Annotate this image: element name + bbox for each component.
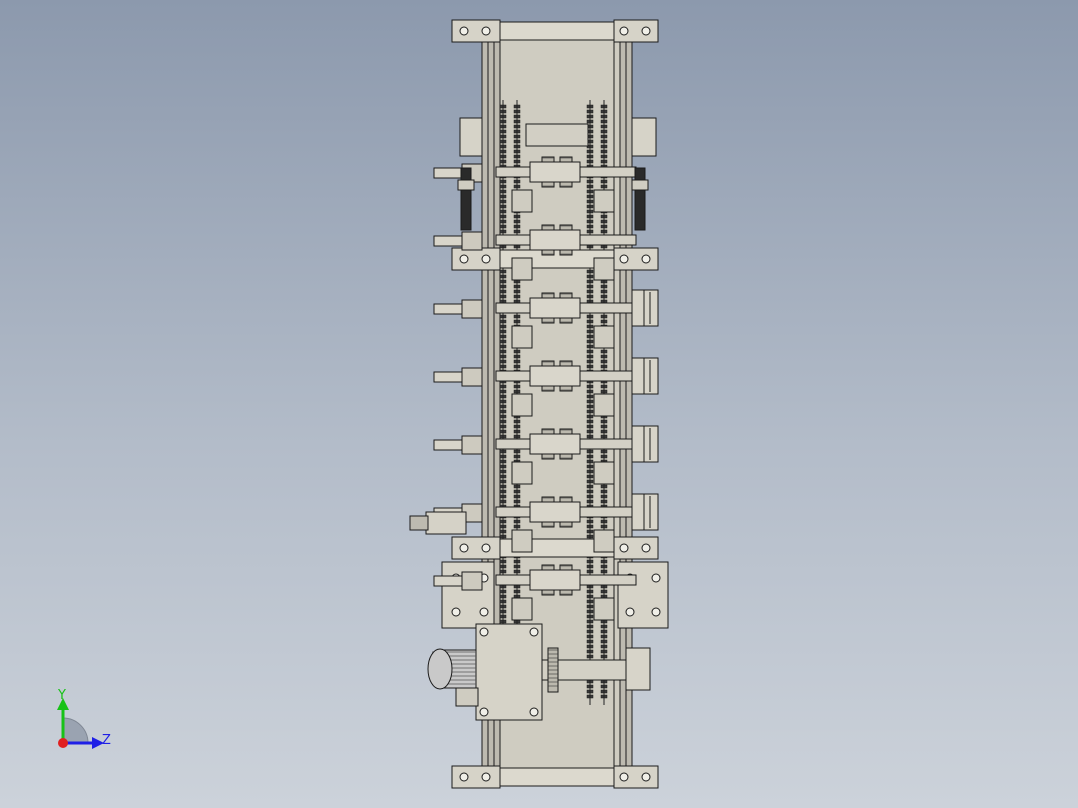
chain-guide — [511, 529, 533, 553]
chain-guide — [511, 597, 533, 621]
chain-guide — [511, 461, 533, 485]
side-wheel — [631, 493, 659, 531]
gearbox-plate — [475, 623, 543, 721]
side-wheel — [631, 357, 659, 395]
bearing-block-left — [459, 117, 483, 157]
mount-hole — [651, 573, 661, 583]
drive-plate-right — [617, 561, 669, 629]
bolt-hole — [459, 254, 469, 264]
bolt-hole — [481, 254, 491, 264]
roller-hub — [529, 501, 581, 523]
chain-guide — [511, 325, 533, 349]
side-wheel — [631, 289, 659, 327]
shaft-stub — [433, 439, 465, 451]
chain-guide — [511, 189, 533, 213]
shaft-collar — [461, 231, 483, 251]
triad-quadrant — [62, 717, 89, 744]
chain-guide — [593, 189, 615, 213]
chain-guide — [593, 325, 615, 349]
chain-guide — [593, 393, 615, 417]
roller-hub — [529, 161, 581, 183]
side-wheel — [631, 425, 659, 463]
chain-guide — [593, 461, 615, 485]
motor-foot — [455, 687, 479, 707]
roller-hub — [529, 297, 581, 319]
mount-hole — [479, 607, 489, 617]
bolt-hole — [619, 543, 629, 553]
bolt-hole — [459, 26, 469, 36]
plate-hole — [529, 627, 539, 637]
bolt-hole — [641, 254, 651, 264]
bearing-block-right — [631, 117, 657, 157]
bolt-hole — [481, 543, 491, 553]
bolt-hole — [459, 772, 469, 782]
bolt-hole — [641, 772, 651, 782]
bracket-plate-left — [451, 247, 501, 271]
bolt-hole — [481, 26, 491, 36]
mount-hole — [651, 607, 661, 617]
cross-bar — [499, 21, 615, 41]
plate-hole — [529, 707, 539, 717]
conveyor-assembly[interactable] — [409, 19, 669, 789]
roller-hub — [529, 229, 581, 251]
shaft-collar — [461, 299, 483, 319]
roller-hub — [529, 365, 581, 387]
tensioner-screw — [634, 167, 646, 231]
roller-hub — [529, 569, 581, 591]
chain-guide — [593, 529, 615, 553]
sensor-head — [409, 515, 429, 531]
shaft-stub — [433, 235, 465, 247]
bracket-plate-left — [451, 19, 501, 43]
plate-hole — [479, 627, 489, 637]
bolt-hole — [481, 772, 491, 782]
plate-hole — [479, 707, 489, 717]
chain-guide — [593, 597, 615, 621]
bolt-hole — [641, 543, 651, 553]
bracket-plate-left — [451, 536, 501, 560]
shaft-stub — [433, 303, 465, 315]
bolt-hole — [619, 254, 629, 264]
tensioner-screw — [460, 167, 472, 231]
bolt-hole — [641, 26, 651, 36]
mount-hole — [625, 607, 635, 617]
shaft-stub — [433, 371, 465, 383]
shaft-stub — [433, 167, 465, 179]
tensioner-nut — [631, 179, 649, 191]
shaft-collar — [461, 435, 483, 455]
bolt-hole — [459, 543, 469, 553]
cross-bar — [499, 767, 615, 787]
cad-viewport[interactable]: Y Z — [0, 0, 1078, 808]
bracket-plate-left — [451, 765, 501, 789]
drive-bearing — [625, 647, 651, 691]
x-axis-origin — [58, 738, 68, 748]
shaft-collar — [461, 367, 483, 387]
idler-drum — [525, 123, 589, 147]
z-axis-label: Z — [102, 733, 111, 748]
shaft-stub — [433, 575, 465, 587]
roller-hub — [529, 433, 581, 455]
y-axis-label: Y — [57, 688, 66, 703]
conveyor-assembly-model[interactable] — [0, 0, 1078, 808]
bolt-hole — [619, 772, 629, 782]
mount-hole — [451, 607, 461, 617]
chain-guide — [511, 393, 533, 417]
sensor-body — [425, 511, 467, 535]
tensioner-nut — [457, 179, 475, 191]
shaft-collar — [461, 571, 483, 591]
axis-triad: Y Z — [57, 688, 111, 749]
chain-guide — [511, 257, 533, 281]
bolt-hole — [619, 26, 629, 36]
motor-end-cap — [427, 648, 453, 690]
chain-guide — [593, 257, 615, 281]
